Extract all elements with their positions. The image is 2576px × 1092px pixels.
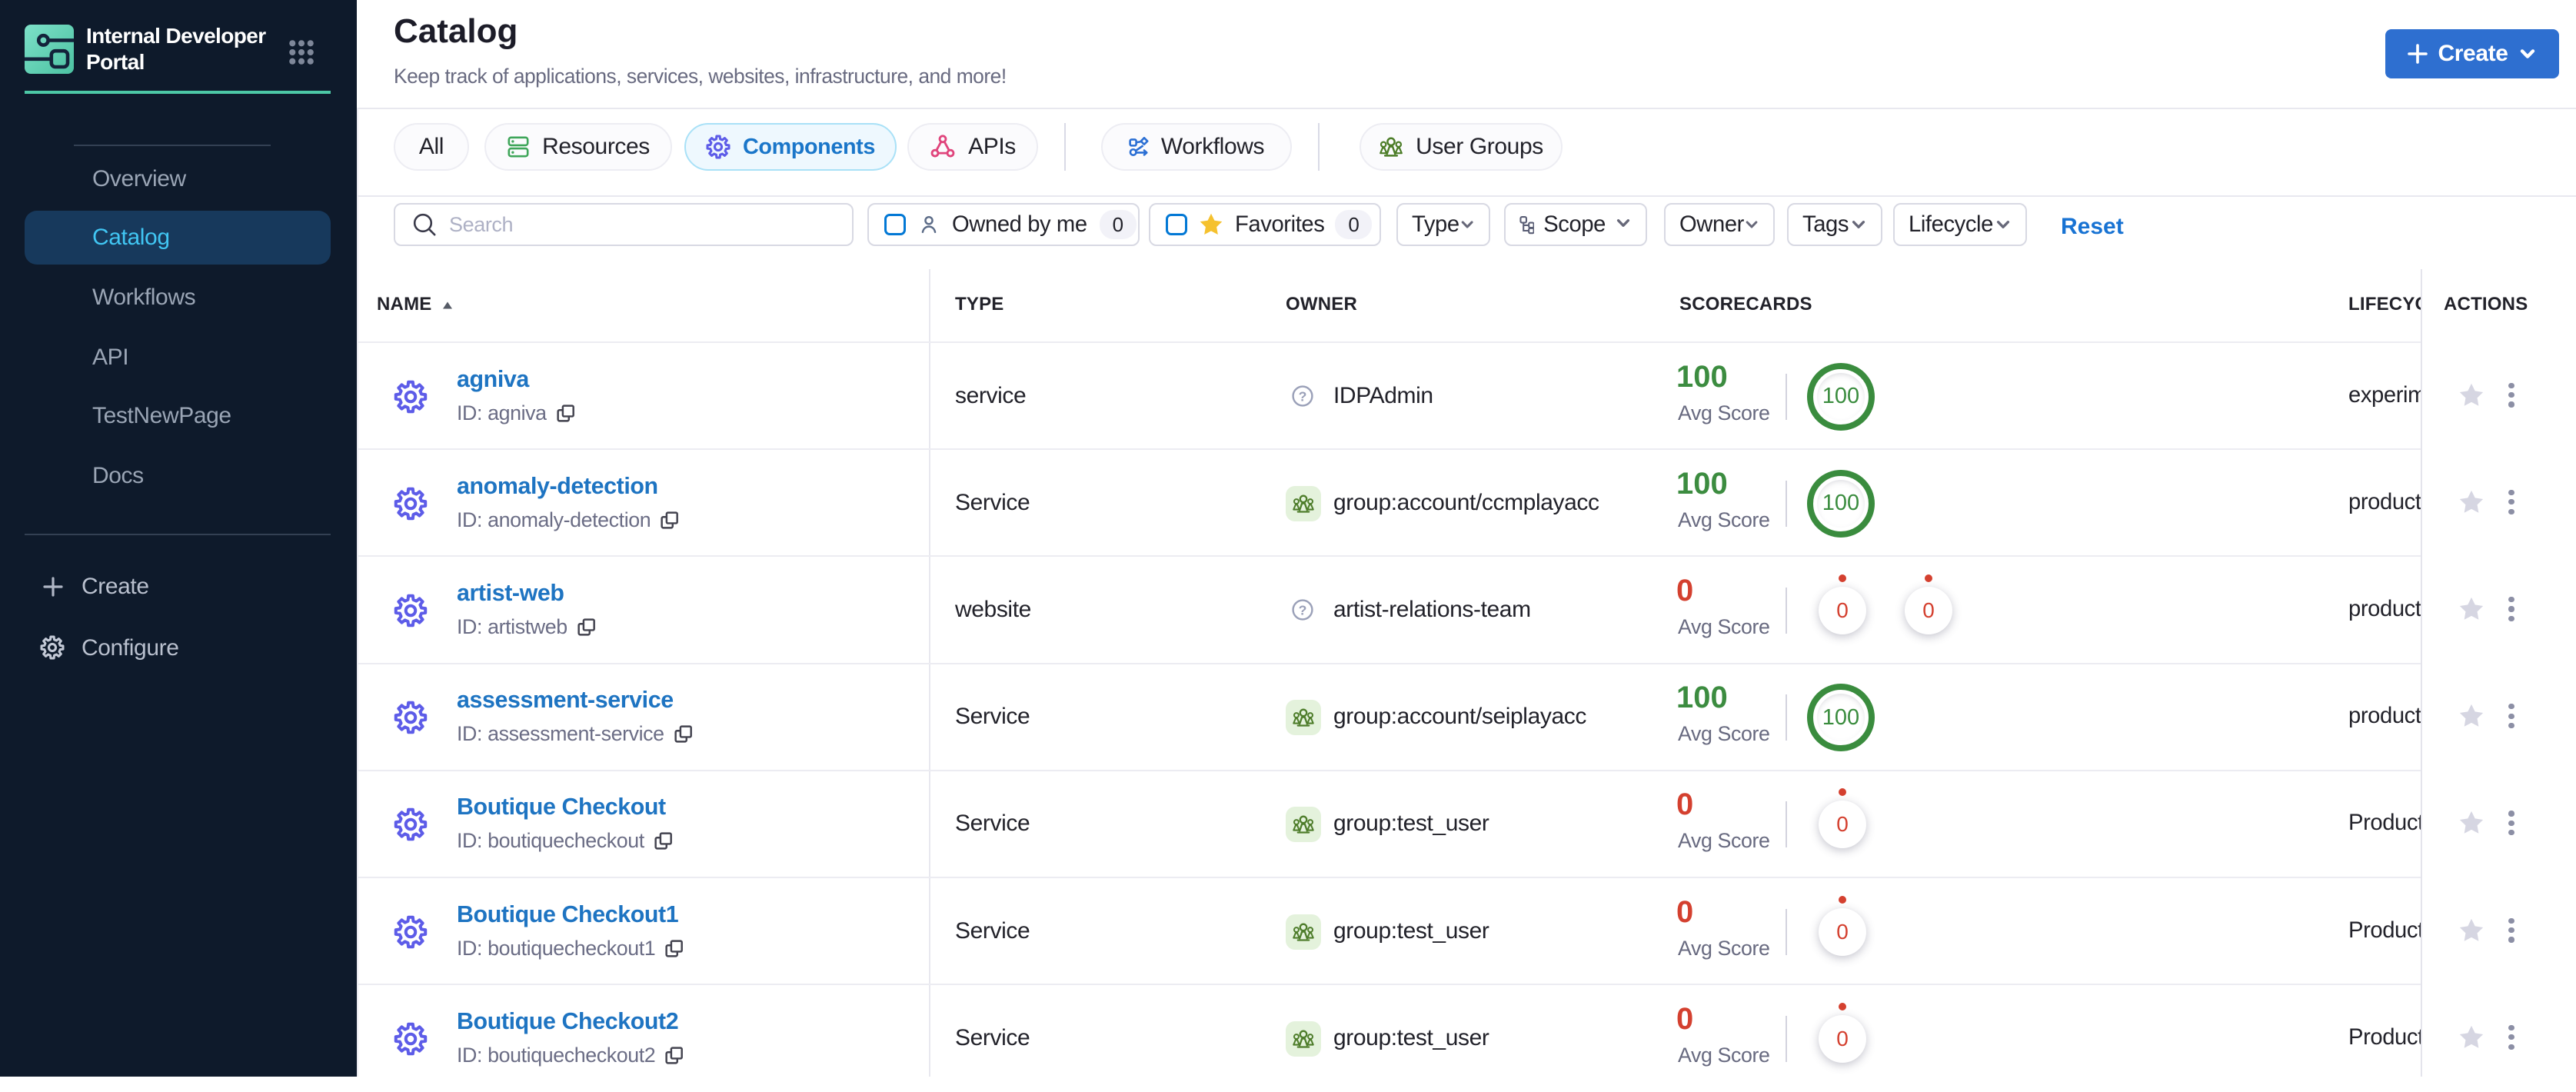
svg-text:?: ? — [1299, 602, 1307, 618]
svg-text:?: ? — [1299, 388, 1307, 404]
